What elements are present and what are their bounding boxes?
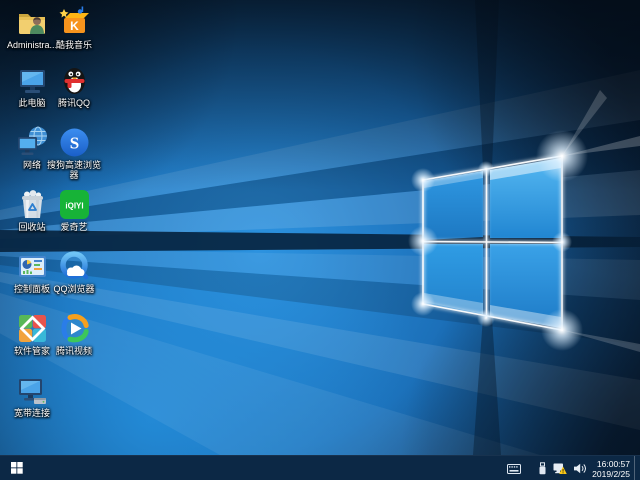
software-manager-icon — [16, 312, 49, 345]
touch-keyboard-icon[interactable] — [504, 456, 524, 480]
taskbar: 16:00:57 2019/2/25 — [0, 455, 640, 480]
volume-icon[interactable] — [570, 456, 589, 480]
desktop-icon-broadband[interactable]: 宽带连接 — [3, 374, 61, 418]
icon-label: 酷我音乐 — [55, 40, 92, 50]
show-desktop-button[interactable] — [635, 456, 640, 480]
qq-browser-icon — [58, 250, 91, 283]
usb-device-icon[interactable] — [535, 456, 550, 480]
clock-time: 16:00:57 — [596, 458, 630, 469]
desktop-icon-tencent-qq[interactable]: 腾讯QQ — [45, 64, 103, 108]
icon-label: QQ浏览器 — [53, 284, 95, 294]
kuwo-music-icon: K — [58, 6, 91, 39]
icon-label: 腾讯视频 — [55, 346, 92, 356]
network-icon — [16, 126, 49, 159]
svg-text:S: S — [69, 134, 78, 153]
administrator-folder-icon — [16, 6, 49, 39]
tencent-video-icon — [58, 312, 91, 345]
icon-label: 宽带连接 — [13, 408, 50, 418]
icon-label: 腾讯QQ — [57, 98, 90, 108]
network-warning-icon[interactable] — [550, 456, 570, 480]
broadband-connection-icon — [16, 374, 49, 407]
sogou-browser-icon: S — [58, 126, 91, 159]
desktop-icon-sogou-browser[interactable]: S 搜狗高速浏览器 — [45, 126, 103, 180]
desktop-icon-qq-browser[interactable]: QQ浏览器 — [45, 250, 103, 294]
icon-label: 爱奇艺 — [60, 222, 88, 232]
svg-text:iQIYI: iQIYI — [65, 202, 83, 211]
desktop-icon-kuwo-music[interactable]: K 酷我音乐 — [45, 6, 103, 50]
iqiyi-icon: iQIYI — [58, 188, 91, 221]
svg-text:K: K — [70, 19, 79, 33]
windows-desktop-screen: Administra... K 酷我音乐 此电脑 腾讯QQ 网络 S 搜狗高速浏… — [0, 0, 640, 480]
windows-logo-icon — [11, 462, 23, 474]
desktop-icon-tencent-video[interactable]: 腾讯视频 — [45, 312, 103, 356]
start-button[interactable] — [0, 456, 34, 480]
tencent-qq-icon — [58, 64, 91, 97]
control-panel-icon — [16, 250, 49, 283]
recycle-bin-icon — [16, 188, 49, 221]
icon-label: 搜狗高速浏览器 — [46, 160, 101, 180]
clock-date: 2019/2/25 — [592, 468, 630, 479]
this-pc-icon — [16, 64, 49, 97]
desktop-icon-iqiyi[interactable]: iQIYI 爱奇艺 — [45, 188, 103, 232]
system-tray: 16:00:57 2019/2/25 — [504, 456, 640, 480]
taskbar-clock[interactable]: 16:00:57 2019/2/25 — [589, 456, 634, 480]
